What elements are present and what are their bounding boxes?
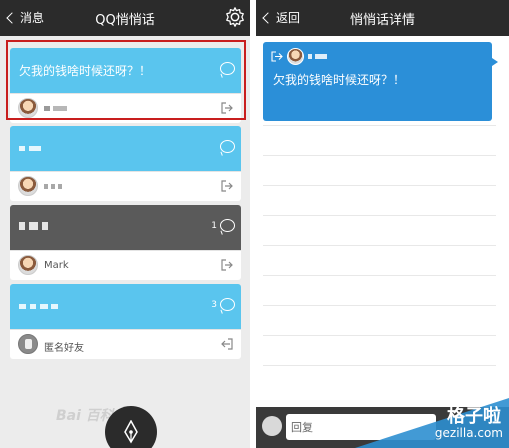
avatar [18,255,38,275]
author-name [308,52,327,62]
pen-nib-icon [124,420,138,444]
watermark-url: gezilla.com [434,426,503,440]
watermark-title: 格子啦 [447,406,501,427]
baidu-watermark: Bai 百科 [56,408,114,424]
top-nav-bar: 消息 QQ悄悄话 [0,0,250,36]
whisper-card-footer: 匿名好友 [10,329,241,359]
comment-bubble-icon[interactable] [220,140,235,153]
comment-bubble-icon[interactable] [220,219,235,232]
page-title: QQ悄悄话 [95,13,155,28]
whisper-card[interactable]: 1 Mark [10,205,241,280]
enter-icon[interactable] [221,338,233,350]
exit-icon[interactable] [271,51,283,62]
whisper-message [19,298,59,312]
whisper-meta [271,48,327,65]
whisper-message [19,140,41,154]
comment-bubble-icon[interactable] [220,298,235,311]
whisper-detail-card: 欠我的钱啥时候还呀？！ [263,42,498,121]
whisper-detail-screen: 返回 悄悄话详情 欠我的钱啥时候还呀？！ 回复 [256,0,509,448]
gear-icon[interactable] [224,6,246,28]
top-nav-bar: 返回 悄悄话详情 [256,0,509,36]
whisper-list-screen: 消息 QQ悄悄话 欠我的钱啥时候还呀？！ 1 Mark 3 匿名好友 Bai 百… [0,0,250,448]
whisper-card[interactable]: 3 匿名好友 [10,284,241,359]
whisper-card-header[interactable]: 1 [10,205,241,250]
emoji-icon[interactable] [262,416,282,436]
whisper-card-header[interactable] [10,126,241,171]
whisper-message: 欠我的钱啥时候还呀？！ [273,73,406,87]
author-name [44,181,63,192]
comment-area [263,125,496,395]
anonymous-avatar [18,334,38,354]
whisper-card-footer: Mark [10,250,241,280]
author-name: Mark [44,260,69,271]
selection-highlight [6,40,246,120]
author-name: 匿名好友 [44,343,84,354]
comment-count: 3 [211,300,217,310]
whisper-card-footer [10,171,241,201]
compose-button[interactable] [105,406,157,448]
exit-icon[interactable] [221,180,233,192]
avatar [18,176,38,196]
exit-icon[interactable] [221,259,233,271]
card-pointer [492,58,498,66]
whisper-card-header[interactable]: 3 [10,284,241,329]
page-title: 悄悄话详情 [349,13,415,28]
whisper-message [19,219,48,233]
whisper-card[interactable] [10,126,241,201]
comment-count: 1 [211,221,217,231]
avatar [287,48,304,65]
gezilla-watermark: 格子啦 gezilla.com [355,398,509,448]
